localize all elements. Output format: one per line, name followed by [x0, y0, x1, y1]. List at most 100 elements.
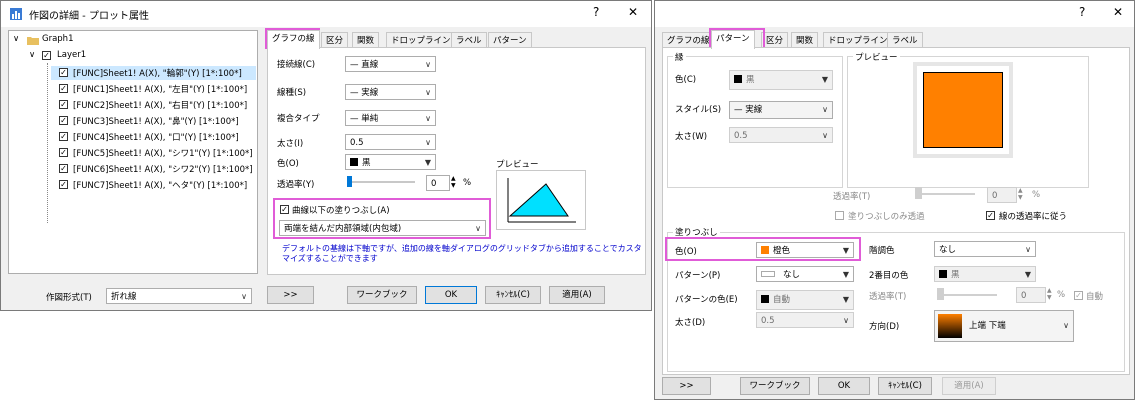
border-color-value: 黒 [746, 75, 755, 85]
preview-group-label: プレビュー [853, 51, 900, 63]
tab-pattern[interactable]: パターン [711, 30, 755, 49]
tree-item[interactable]: [FUNC2]Sheet1! A(X), "右目"(Y) [1*:100*] [73, 99, 247, 111]
color-value: 黒 [362, 158, 371, 168]
transparency-value: 0 [431, 179, 437, 189]
color-label: 色(O) [277, 159, 299, 169]
tree-item[interactable]: [FUNC5]Sheet1! A(X), "シワ1"(Y) [1*:100*] [73, 147, 253, 159]
color-swatch [761, 246, 769, 254]
ok-button[interactable]: OK [425, 286, 477, 304]
expand-icon[interactable]: ∨ [13, 34, 19, 44]
item-checkbox[interactable]: ✓ [59, 180, 68, 189]
tree-graph-node[interactable]: Graph1 [42, 34, 73, 44]
plot-tree[interactable]: ∨ Graph1 ∨ ✓ Layer1 ✓ [FUNC]Sheet1! A(X)… [8, 30, 258, 274]
fill-width-combo[interactable]: 0.5 ∨ [756, 312, 854, 328]
apply-button[interactable]: 適用(A) [549, 286, 605, 304]
preview-label: プレビュー [496, 160, 539, 170]
fill-checkbox-label[interactable]: 曲線以下の塗りつぶし(A) [292, 204, 390, 216]
expand-icon[interactable]: ∨ [29, 50, 35, 60]
plot-type-combo[interactable]: 折れ線 ∨ [106, 288, 252, 304]
chevron-down-icon: ∨ [822, 131, 828, 140]
tab-line[interactable]: グラフの線 [267, 30, 320, 49]
pattern-combo[interactable]: なし ▼ [756, 266, 854, 282]
more-button[interactable]: >> [662, 377, 711, 395]
transparency-slider-track[interactable] [347, 181, 415, 183]
workbook-button[interactable]: ワークブック [740, 377, 810, 395]
linetype-label: 線種(S) [277, 88, 307, 98]
layer-checkbox[interactable]: ✓ [42, 51, 51, 60]
fill-slider-track[interactable] [937, 294, 997, 296]
connect-value: — 直線 [350, 60, 379, 70]
cancel-button[interactable]: ｷｬﾝｾﾙ(C) [878, 377, 932, 395]
color-combo[interactable]: 黒 ▼ [345, 154, 436, 170]
help-button[interactable]: ? [1079, 5, 1085, 19]
fill-checkbox[interactable]: ✓ [280, 205, 289, 214]
spinner-icon[interactable]: ▲ ▼ [451, 175, 456, 189]
follow-checkbox[interactable]: ✓ [986, 211, 995, 220]
pattern-color-combo[interactable]: 自動 ▼ [756, 290, 854, 310]
preview-slider-thumb[interactable] [915, 187, 922, 199]
chevron-down-icon: ∨ [425, 60, 431, 69]
tree-item[interactable]: [FUNC1]Sheet1! A(X), "左目"(Y) [1*:100*] [73, 83, 247, 95]
spinner-icon[interactable]: ▲ ▼ [1018, 187, 1023, 201]
fill-only-label[interactable]: 塗りつぶしのみ透過 [848, 210, 925, 222]
close-button[interactable]: ✕ [628, 5, 638, 19]
ok-button[interactable]: OK [818, 377, 870, 395]
transparency-input[interactable]: 0 [426, 175, 450, 191]
tree-item[interactable]: [FUNC]Sheet1! A(X), "輪郭"(Y) [1*:100*] [73, 67, 242, 79]
fill-slider-thumb[interactable] [937, 288, 944, 300]
fill-mode-combo[interactable]: 両端を結んだ内部領域(内包域) ∨ [279, 220, 486, 236]
second-color-combo[interactable]: 黒 ▼ [934, 266, 1036, 282]
border-color-combo[interactable]: 黒 ▼ [729, 70, 833, 90]
fill-width-label: 太さ(D) [675, 318, 706, 328]
line-panel: 接続線(C) — 直線 ∨ 線種(S) — 実線 ∨ 複合タイプ — 単純 ∨ 太さ(… [267, 47, 646, 275]
border-width-combo[interactable]: 0.5 ∨ [729, 127, 833, 143]
direction-label: 方向(D) [869, 322, 900, 332]
apply-button[interactable]: 適用(A) [942, 377, 996, 395]
tree-item[interactable]: [FUNC6]Sheet1! A(X), "シワ2"(Y) [1*:100*] [73, 163, 253, 175]
fill-transparency-input[interactable]: 0 [1016, 287, 1046, 303]
item-checkbox[interactable]: ✓ [59, 116, 68, 125]
second-color-value: 黒 [951, 270, 960, 280]
width-combo[interactable]: 0.5 ∨ [345, 134, 436, 150]
tree-guide [47, 63, 49, 223]
fill-only-checkbox[interactable] [835, 211, 844, 220]
spinner-icon[interactable]: ▲ ▼ [1047, 287, 1052, 301]
chevron-down-icon: ∨ [425, 114, 431, 123]
item-checkbox[interactable]: ✓ [59, 100, 68, 109]
gradient-combo[interactable]: なし ∨ [934, 241, 1036, 257]
item-checkbox[interactable]: ✓ [59, 132, 68, 141]
fill-color-combo[interactable]: 橙色 ▼ [756, 242, 854, 258]
item-checkbox[interactable]: ✓ [59, 164, 68, 173]
auto-checkbox[interactable]: ✓ [1074, 291, 1083, 300]
help-button[interactable]: ? [593, 5, 599, 19]
tree-layer-node[interactable]: Layer1 [57, 50, 86, 60]
caret-down-icon: ▼ [821, 75, 828, 84]
chevron-down-icon: ∨ [1063, 321, 1069, 330]
close-button[interactable]: ✕ [1113, 5, 1123, 19]
linetype-combo[interactable]: — 実線 ∨ [345, 84, 436, 100]
tree-item[interactable]: [FUNC3]Sheet1! A(X), "鼻"(Y) [1*:100*] [73, 115, 239, 127]
cancel-button[interactable]: ｷｬﾝｾﾙ(C) [485, 286, 541, 304]
tree-item[interactable]: [FUNC4]Sheet1! A(X), "口"(Y) [1*:100*] [73, 131, 239, 143]
connect-combo[interactable]: — 直線 ∨ [345, 56, 436, 72]
preview-transparency-input[interactable]: 0 [987, 187, 1017, 203]
follow-label[interactable]: 線の透過率に従う [999, 210, 1067, 222]
pattern-panel: 縁 色(C) 黒 ▼ スタイル(S) — 実線 ∨ 太さ(W) 0.5 ∨ プレビュー… [662, 47, 1130, 375]
percent-unit: % [1032, 190, 1041, 200]
pattern-swatch [761, 271, 775, 277]
workbook-button[interactable]: ワークブック [347, 286, 417, 304]
tree-item[interactable]: [FUNC7]Sheet1! A(X), "ヘタ"(Y) [1*:100*] [73, 179, 247, 191]
more-button[interactable]: >> [267, 286, 314, 304]
preview-slider-track[interactable] [915, 193, 975, 195]
compound-combo[interactable]: — 単純 ∨ [345, 110, 436, 126]
fill-group-label: 塗りつぶし [673, 226, 720, 238]
item-checkbox[interactable]: ✓ [59, 84, 68, 93]
border-style-combo[interactable]: — 実線 ∨ [729, 101, 833, 119]
item-checkbox[interactable]: ✓ [59, 68, 68, 77]
item-checkbox[interactable]: ✓ [59, 148, 68, 157]
pattern-color-value: 自動 [773, 295, 791, 305]
auto-label[interactable]: 自動 [1086, 290, 1103, 302]
transparency-slider-thumb[interactable] [347, 176, 352, 187]
direction-combo[interactable]: 上端 下端 ∨ [934, 310, 1074, 342]
border-style-label: スタイル(S) [675, 105, 722, 115]
